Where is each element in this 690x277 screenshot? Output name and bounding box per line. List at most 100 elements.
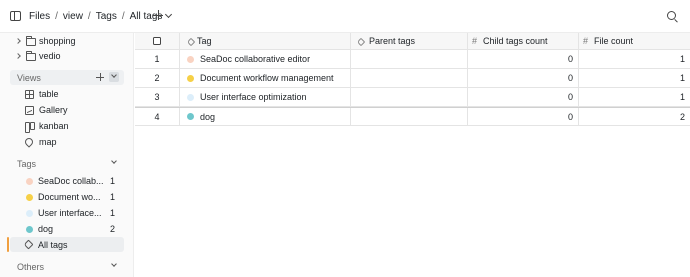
- column-header-file-count[interactable]: # File count: [579, 33, 690, 49]
- add-tag-icon[interactable]: [153, 10, 163, 20]
- table-row[interactable]: 1 SeaDoc collaborative editor 0 1: [135, 50, 690, 69]
- tag-count: 1: [110, 208, 116, 218]
- tag-label: dog: [38, 224, 54, 234]
- parent-tags-cell[interactable]: [351, 88, 468, 106]
- tag-column-icon: [186, 37, 196, 47]
- kanban-icon: [25, 122, 35, 133]
- sidebar-item-tag[interactable]: Document wo... 1: [0, 189, 134, 205]
- folder-label: shopping: [39, 36, 76, 46]
- breadcrumb-separator: /: [55, 11, 58, 22]
- parent-tags-cell[interactable]: [351, 108, 468, 125]
- column-header-label: Tag: [197, 36, 212, 46]
- tag-cell[interactable]: Document workflow management: [180, 69, 351, 87]
- parent-tags-cell[interactable]: [351, 50, 468, 68]
- table-row[interactable]: 3 User interface optimization 0 1: [135, 88, 690, 107]
- tag-count: 2: [110, 224, 116, 234]
- file-count-cell[interactable]: 2: [579, 108, 690, 125]
- tag-color-dot: [26, 194, 33, 201]
- breadcrumb-separator: /: [121, 11, 125, 22]
- breadcrumb-files[interactable]: Files: [29, 11, 50, 22]
- sidebar-toggle-icon[interactable]: [10, 11, 21, 21]
- chevron-down-icon[interactable]: [164, 10, 173, 19]
- child-count-cell[interactable]: 0: [468, 69, 579, 87]
- tag-cell[interactable]: SeaDoc collaborative editor: [180, 50, 351, 68]
- sidebar-item-tag[interactable]: SeaDoc collab... 1: [0, 173, 134, 189]
- tag-column-icon: [356, 37, 366, 47]
- table-row[interactable]: 4 dog 0 2: [135, 107, 690, 126]
- child-count-cell[interactable]: 0: [468, 88, 579, 106]
- tag-name: dog: [200, 111, 216, 122]
- sidebar-item-view-table[interactable]: table: [0, 86, 134, 102]
- top-bar: Files / view / Tags / All tags: [0, 0, 690, 33]
- file-count-cell[interactable]: 1: [579, 69, 690, 87]
- sidebar-item-view-kanban[interactable]: kanban: [0, 118, 134, 134]
- tag-color-dot: [26, 210, 33, 217]
- tag-cell[interactable]: User interface optimization: [180, 88, 351, 106]
- breadcrumb: Files / view / Tags / All tags: [29, 11, 162, 22]
- table-header-row: Tag Parent tags # Child tags count # Fil…: [135, 33, 690, 50]
- tag-label: User interface...: [38, 208, 102, 218]
- tag-name: SeaDoc collaborative editor: [200, 54, 311, 64]
- column-header-label: Child tags count: [483, 36, 548, 46]
- all-tags-label: All tags: [38, 240, 68, 250]
- table-row[interactable]: 2 Document workflow management 0 1: [135, 69, 690, 88]
- row-index: 2: [135, 69, 180, 87]
- select-all-checkbox[interactable]: [153, 37, 161, 45]
- sidebar-item-tag[interactable]: User interface... 1: [0, 205, 134, 221]
- tag-count: 1: [110, 192, 116, 202]
- tag-color-dot: [187, 113, 194, 120]
- file-count-cell[interactable]: 1: [579, 50, 690, 68]
- folder-label: vedio: [39, 51, 61, 61]
- tag-label: SeaDoc collab...: [38, 176, 104, 186]
- folder-icon: [25, 36, 36, 46]
- row-index: 1: [135, 50, 180, 68]
- row-index: 4: [135, 108, 180, 125]
- breadcrumb-view[interactable]: view: [63, 11, 83, 22]
- view-label: map: [39, 137, 57, 147]
- view-label: kanban: [39, 121, 69, 131]
- column-header-parent-tags[interactable]: Parent tags: [351, 33, 468, 49]
- tag-cell[interactable]: dog: [180, 108, 351, 125]
- file-count-cell[interactable]: 1: [579, 88, 690, 106]
- number-column-icon: #: [583, 36, 589, 46]
- views-section-title: Views: [17, 73, 41, 83]
- column-header-child-tags-count[interactable]: # Child tags count: [468, 33, 579, 49]
- tag-name: User interface optimization: [200, 92, 307, 102]
- chevron-down-icon[interactable]: [111, 261, 117, 267]
- tag-icon: [23, 239, 34, 250]
- tag-count: 1: [110, 176, 116, 186]
- search-icon[interactable]: [667, 11, 676, 20]
- sidebar-item-vedio[interactable]: vedio: [0, 48, 134, 64]
- add-view-icon[interactable]: [96, 73, 104, 81]
- others-section-title: Others: [17, 262, 45, 272]
- breadcrumb-tags[interactable]: Tags: [96, 11, 117, 22]
- number-column-icon: #: [472, 36, 478, 46]
- gallery-icon: [25, 106, 34, 115]
- tag-color-dot: [187, 55, 194, 63]
- folder-icon: [25, 51, 36, 61]
- chevron-down-icon[interactable]: [111, 158, 117, 164]
- tags-section-title: Tags: [17, 159, 37, 169]
- tag-color-dot: [187, 93, 194, 101]
- tag-color-dot: [187, 74, 194, 82]
- row-index: 3: [135, 88, 180, 106]
- header-select-all-cell: [135, 33, 180, 49]
- column-header-tag[interactable]: Tag: [180, 33, 351, 49]
- tag-color-dot: [26, 226, 33, 233]
- map-icon: [23, 136, 35, 148]
- sidebar-item-tag[interactable]: dog 2: [0, 221, 134, 237]
- table-icon: [25, 90, 34, 99]
- chevron-right-icon[interactable]: [15, 38, 21, 44]
- sidebar-item-view-gallery[interactable]: Gallery: [0, 102, 134, 118]
- chevron-right-icon[interactable]: [15, 53, 21, 59]
- view-label: Gallery: [39, 105, 68, 115]
- sidebar-item-all-tags[interactable]: All tags: [0, 237, 134, 253]
- parent-tags-cell[interactable]: [351, 69, 468, 87]
- sidebar-item-shopping[interactable]: shopping: [0, 33, 134, 49]
- child-count-cell[interactable]: 0: [468, 50, 579, 68]
- sidebar: shopping vedio Views table Gallery kanba…: [0, 33, 134, 277]
- breadcrumb-separator: /: [87, 11, 91, 22]
- child-count-cell[interactable]: 0: [468, 108, 579, 125]
- column-header-label: Parent tags: [369, 36, 416, 46]
- sidebar-item-view-map[interactable]: map: [0, 134, 134, 150]
